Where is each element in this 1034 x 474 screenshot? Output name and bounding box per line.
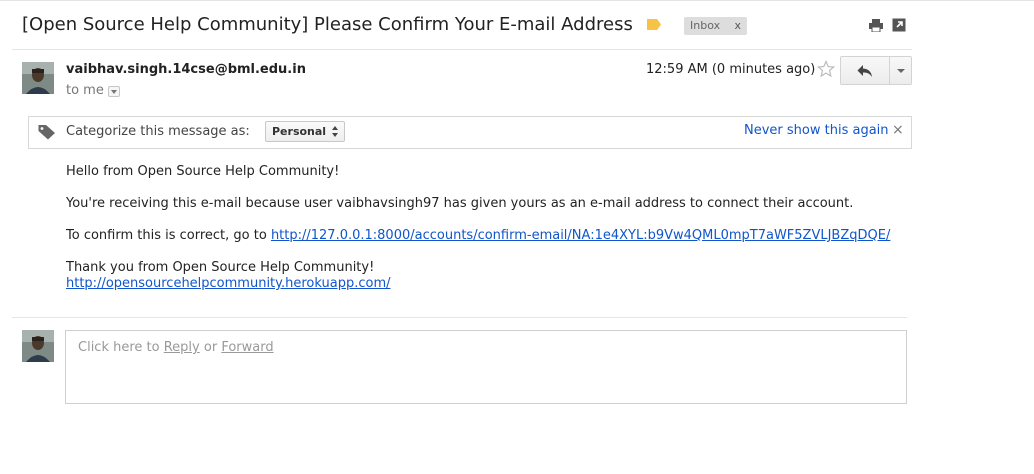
tag-icon bbox=[38, 125, 55, 140]
remove-label-button[interactable]: x bbox=[734, 17, 741, 35]
category-select[interactable]: Personal bbox=[265, 121, 345, 142]
sender-email[interactable]: vaibhav.singh.14cse@bml.edu.in bbox=[66, 62, 306, 77]
never-show-again-link[interactable]: Never show this again bbox=[744, 123, 889, 138]
reply-prompt: Click here to Reply or Forward bbox=[78, 340, 274, 355]
top-divider bbox=[0, 0, 1034, 2]
recipient-summary: to me bbox=[66, 83, 104, 98]
reply-prompt-or: or bbox=[199, 340, 222, 355]
body-confirm-line: To confirm this is correct, go to http:/… bbox=[66, 228, 890, 243]
my-avatar bbox=[22, 330, 54, 362]
reply-arrow-icon bbox=[857, 65, 872, 77]
quick-reply-box[interactable]: Click here to Reply or Forward bbox=[65, 330, 907, 404]
importance-marker-icon[interactable] bbox=[647, 19, 661, 30]
reply-prompt-prefix: Click here to bbox=[78, 340, 164, 355]
select-down-arrow-icon bbox=[332, 133, 338, 137]
select-up-arrow-icon bbox=[332, 126, 338, 130]
header-divider bbox=[12, 49, 912, 50]
categorize-prompt: Categorize this message as: bbox=[66, 124, 250, 139]
body-divider bbox=[12, 317, 907, 318]
body-reason: You're receiving this e-mail because use… bbox=[66, 196, 854, 211]
inbox-label-chip[interactable]: Inbox x bbox=[684, 17, 747, 35]
print-icon[interactable] bbox=[869, 19, 883, 32]
more-actions-dropdown[interactable] bbox=[889, 56, 912, 85]
open-in-new-window-icon[interactable] bbox=[892, 18, 906, 32]
site-link[interactable]: http://opensourcehelpcommunity.herokuapp… bbox=[66, 276, 391, 291]
close-icon[interactable]: × bbox=[892, 122, 904, 138]
reply-button[interactable] bbox=[840, 56, 890, 85]
message-timestamp: 12:59 AM (0 minutes ago) bbox=[646, 62, 816, 77]
categorize-bar: Categorize this message as: Personal Nev… bbox=[28, 116, 912, 149]
sender-avatar[interactable] bbox=[22, 62, 54, 94]
forward-link[interactable]: Forward bbox=[221, 340, 273, 355]
reply-link[interactable]: Reply bbox=[164, 340, 200, 355]
confirm-email-link[interactable]: http://127.0.0.1:8000/accounts/confirm-e… bbox=[271, 228, 890, 243]
category-select-value: Personal bbox=[272, 125, 327, 138]
email-subject: [Open Source Help Community] Please Conf… bbox=[22, 14, 633, 35]
subject-row: [Open Source Help Community] Please Conf… bbox=[22, 12, 912, 42]
show-details-dropdown[interactable] bbox=[108, 86, 120, 97]
confirm-prefix: To confirm this is correct, go to bbox=[66, 228, 271, 243]
body-site-line: http://opensourcehelpcommunity.herokuapp… bbox=[66, 276, 391, 291]
body-greeting: Hello from Open Source Help Community! bbox=[66, 164, 340, 179]
inbox-label-text: Inbox bbox=[690, 19, 721, 32]
body-thanks: Thank you from Open Source Help Communit… bbox=[66, 260, 375, 275]
star-icon[interactable] bbox=[817, 60, 835, 78]
